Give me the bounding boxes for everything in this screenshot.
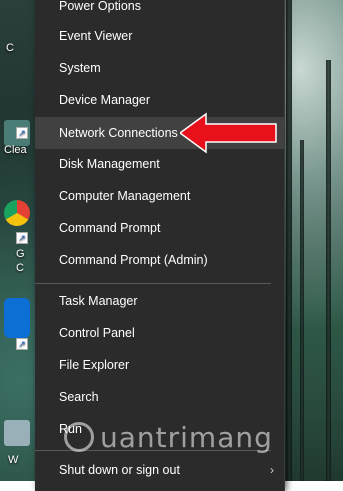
menu-item-system[interactable]: System xyxy=(35,53,284,83)
desktop-icon-w[interactable]: W xyxy=(2,420,32,466)
menu-item-label: Control Panel xyxy=(59,326,135,340)
menu-item-label: Device Manager xyxy=(59,93,151,107)
desktop-icon-label: Clea xyxy=(4,144,27,156)
menu-item-label: Shut down or sign out xyxy=(59,463,180,477)
shortcut-arrow-icon: ↗ xyxy=(16,127,28,139)
chrome-icon xyxy=(4,200,30,226)
menu-item-label: Computer Management xyxy=(59,189,191,203)
menu-item-label: Power Options xyxy=(59,0,141,13)
menu-item-label: File Explorer xyxy=(59,358,130,372)
menu-item-device-manager[interactable]: Device Manager xyxy=(35,85,284,115)
menu-item-label: Search xyxy=(59,390,99,404)
menu-item-power-options[interactable]: Power Options xyxy=(35,0,284,21)
menu-item-control-panel[interactable]: Control Panel xyxy=(35,318,284,348)
desktop-icon-label: W xyxy=(8,454,19,466)
menu-item-search[interactable]: Search xyxy=(35,382,284,412)
menu-separator xyxy=(35,450,271,451)
desktop-icon-blue-app[interactable]: ↗ xyxy=(2,298,32,350)
menu-item-label: Disk Management xyxy=(59,157,160,171)
desktop-icon-cleaner[interactable]: ↗ Clea xyxy=(2,120,32,156)
menu-item-label: System xyxy=(59,61,101,75)
winx-context-menu: Power Options Event Viewer System Device… xyxy=(35,0,285,491)
shortcut-arrow-icon: ↗ xyxy=(16,338,28,350)
menu-item-run[interactable]: Run xyxy=(35,414,284,444)
shortcut-arrow-icon: ↗ xyxy=(16,232,28,244)
desktop-icon-label: C xyxy=(6,42,14,54)
app-icon xyxy=(4,420,30,446)
blue-app-icon xyxy=(4,298,30,338)
menu-item-command-prompt-admin[interactable]: Command Prompt (Admin) xyxy=(35,245,284,275)
desktop-icon-label: G xyxy=(16,248,25,260)
menu-separator xyxy=(35,283,271,284)
desktop-icon-label: C xyxy=(16,262,24,274)
menu-item-file-explorer[interactable]: File Explorer xyxy=(35,350,284,380)
menu-item-event-viewer[interactable]: Event Viewer xyxy=(35,21,284,51)
menu-item-label: Task Manager xyxy=(59,294,138,308)
menu-item-label: Event Viewer xyxy=(59,29,133,43)
menu-item-label: Command Prompt xyxy=(59,221,161,235)
menu-item-computer-management[interactable]: Computer Management xyxy=(35,181,284,211)
desktop-icon-chrome[interactable]: ↗ G C xyxy=(2,200,32,274)
menu-item-label: Run xyxy=(59,422,82,436)
menu-item-label: Command Prompt (Admin) xyxy=(59,253,208,267)
menu-item-label: Network Connections xyxy=(59,126,178,140)
red-pointer-arrow-icon xyxy=(180,112,277,154)
menu-item-command-prompt[interactable]: Command Prompt xyxy=(35,213,284,243)
menu-item-task-manager[interactable]: Task Manager xyxy=(35,286,284,316)
